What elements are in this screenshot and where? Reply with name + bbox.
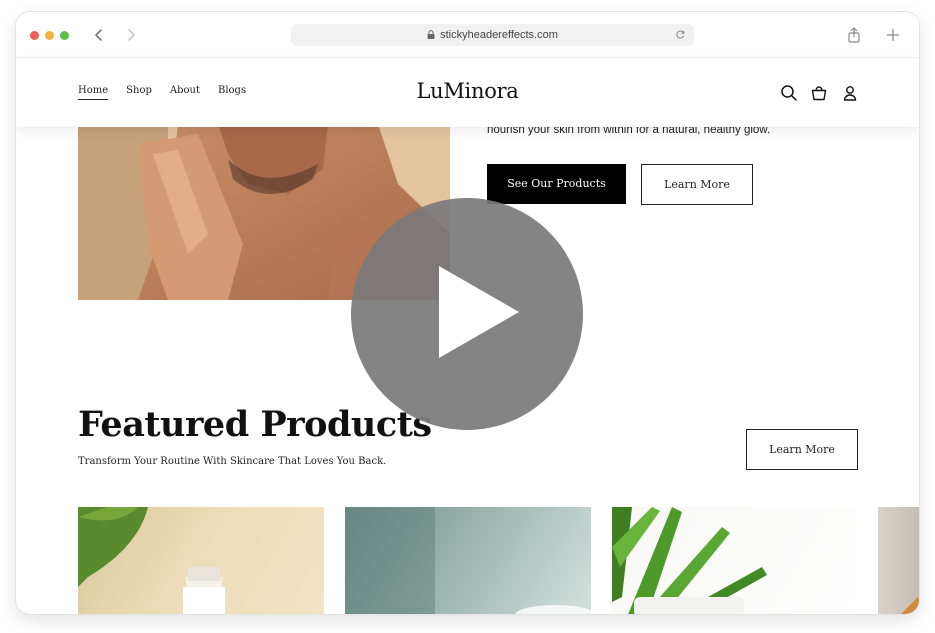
product-image [901, 597, 919, 614]
maximize-window-button[interactable] [60, 31, 69, 40]
product-image [345, 507, 591, 614]
user-icon[interactable] [841, 84, 859, 102]
close-window-button[interactable] [30, 31, 39, 40]
featured-learn-more-button[interactable]: Learn More [746, 429, 858, 470]
hero-learn-more-button[interactable]: Learn More [641, 164, 753, 205]
reload-icon[interactable] [675, 29, 686, 40]
back-arrow-icon[interactable] [90, 25, 108, 45]
play-icon[interactable] [351, 198, 583, 430]
product-image [612, 507, 767, 614]
product-card[interactable] [612, 507, 858, 614]
minimize-window-button[interactable] [45, 31, 54, 40]
share-icon[interactable] [845, 26, 863, 44]
url-text: stickyheadereffects.com [440, 29, 558, 41]
new-tab-icon[interactable] [884, 26, 902, 44]
featured-subtitle: Transform Your Routine With Skincare Tha… [78, 456, 387, 467]
product-card[interactable] [78, 507, 324, 614]
product-card[interactable] [878, 507, 919, 614]
forward-arrow-icon[interactable] [122, 25, 140, 45]
address-bar[interactable]: stickyheadereffects.com [291, 24, 694, 46]
shopping-bag-icon[interactable] [810, 84, 828, 102]
site-header: Home Shop About Blogs LuMinora [16, 59, 919, 127]
lock-icon [427, 30, 435, 39]
browser-window: stickyheadereffects.com Home Shop About … [16, 12, 919, 614]
search-icon[interactable] [780, 84, 798, 102]
product-card[interactable] [345, 507, 591, 614]
browser-toolbar: stickyheadereffects.com [16, 12, 919, 58]
product-image [78, 507, 225, 614]
